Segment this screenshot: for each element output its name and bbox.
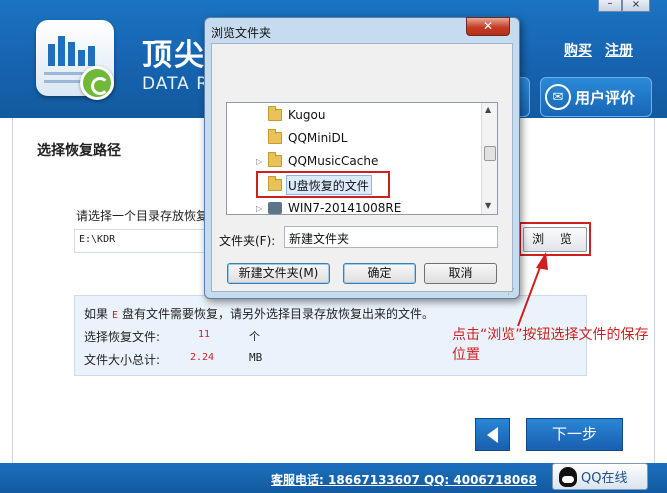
brand-subtitle: DATA R <box>142 74 210 94</box>
tree-item[interactable]: Kugou <box>238 105 325 125</box>
tree-scrollbar[interactable]: ▲ ▼ <box>481 103 497 214</box>
folder-icon <box>268 129 282 144</box>
folder-icon <box>268 106 282 121</box>
browse-button[interactable]: 浏 览 <box>523 227 587 252</box>
new-folder-button[interactable]: 新建文件夹(M) <box>227 263 330 284</box>
size-value: 2.24 <box>190 352 215 363</box>
ok-button[interactable]: 确定 <box>343 263 416 284</box>
tree-item[interactable]: ▷ WIN7-20141008RE <box>256 198 401 218</box>
files-count: 11 <box>198 329 211 340</box>
contact-info[interactable]: 客服电话: 18667133607 QQ: 4006718068 <box>271 471 537 488</box>
dialog-close-button[interactable]: ✕ <box>466 17 510 36</box>
tree-expander: ▷ <box>256 156 263 166</box>
computer-icon <box>268 202 282 214</box>
recovery-path-input[interactable]: E:\KDR <box>74 229 209 253</box>
tree-item[interactable]: QQMiniDL <box>238 128 347 148</box>
dialog-title: 浏览文件夹 <box>211 26 272 40</box>
folder-name-input[interactable]: 新建文件夹 <box>284 226 498 248</box>
tree-item-label: QQMiniDL <box>288 131 348 145</box>
scroll-up-icon[interactable]: ▲ <box>485 105 491 114</box>
user-review-button[interactable]: ✉ 用户评价 <box>540 77 652 117</box>
tree-item-label: WIN7-20141008RE <box>288 201 402 215</box>
next-button[interactable]: 下一步 <box>526 418 623 451</box>
size-label: 文件大小总计: <box>84 353 161 367</box>
qq-penguin-icon <box>559 466 577 487</box>
brand-title: 顶尖 <box>142 38 206 73</box>
drive-letter: E <box>112 310 119 321</box>
annotation-text: 点击“浏览”按钮选择文件的保存位置 <box>452 327 649 363</box>
scroll-down-icon[interactable]: ▼ <box>485 201 491 210</box>
files-unit: 个 <box>249 330 260 343</box>
recover-arrow-icon <box>80 66 114 100</box>
chat-icon: ✉ <box>545 84 571 110</box>
section-title: 选择恢复路径 <box>37 143 121 159</box>
minimize-button[interactable]: – <box>598 0 622 12</box>
cancel-button[interactable]: 取消 <box>424 263 497 284</box>
info-prefix: 如果 <box>84 307 109 321</box>
tree-item[interactable]: ▷ QQMusicCache <box>256 151 378 171</box>
close-window-button[interactable]: × <box>622 0 650 12</box>
qq-online-label: QQ在线 <box>581 471 628 486</box>
resize-grip-icon[interactable]: ⋰ <box>507 287 517 297</box>
folder-icon <box>268 152 282 167</box>
register-link[interactable]: 注册 <box>605 40 633 60</box>
tree-item-label: QQMusicCache <box>288 154 379 168</box>
info-suffix: 盘有文件需要恢复，请另外选择目录存放恢复出来的文件。 <box>122 307 435 321</box>
size-unit: MB <box>249 351 263 364</box>
back-button[interactable] <box>475 418 510 451</box>
buy-link[interactable]: 购买 <box>564 40 592 60</box>
info-message: 如果 E 盘有文件需要恢复，请另外选择目录存放恢复出来的文件。 <box>84 305 434 322</box>
path-prompt: 请选择一个目录存放恢复 <box>76 209 209 223</box>
files-label: 选择恢复文件: <box>84 330 161 344</box>
scroll-thumb[interactable] <box>484 146 496 161</box>
tree-highlight-box <box>256 171 390 198</box>
tree-item-label: Kugou <box>288 108 326 122</box>
tree-expander: ▷ <box>256 203 263 213</box>
user-review-label: 用户评价 <box>575 88 636 107</box>
qq-online-button[interactable]: QQ在线 <box>552 463 648 490</box>
folder-name-label: 文件夹(F): <box>219 234 276 248</box>
